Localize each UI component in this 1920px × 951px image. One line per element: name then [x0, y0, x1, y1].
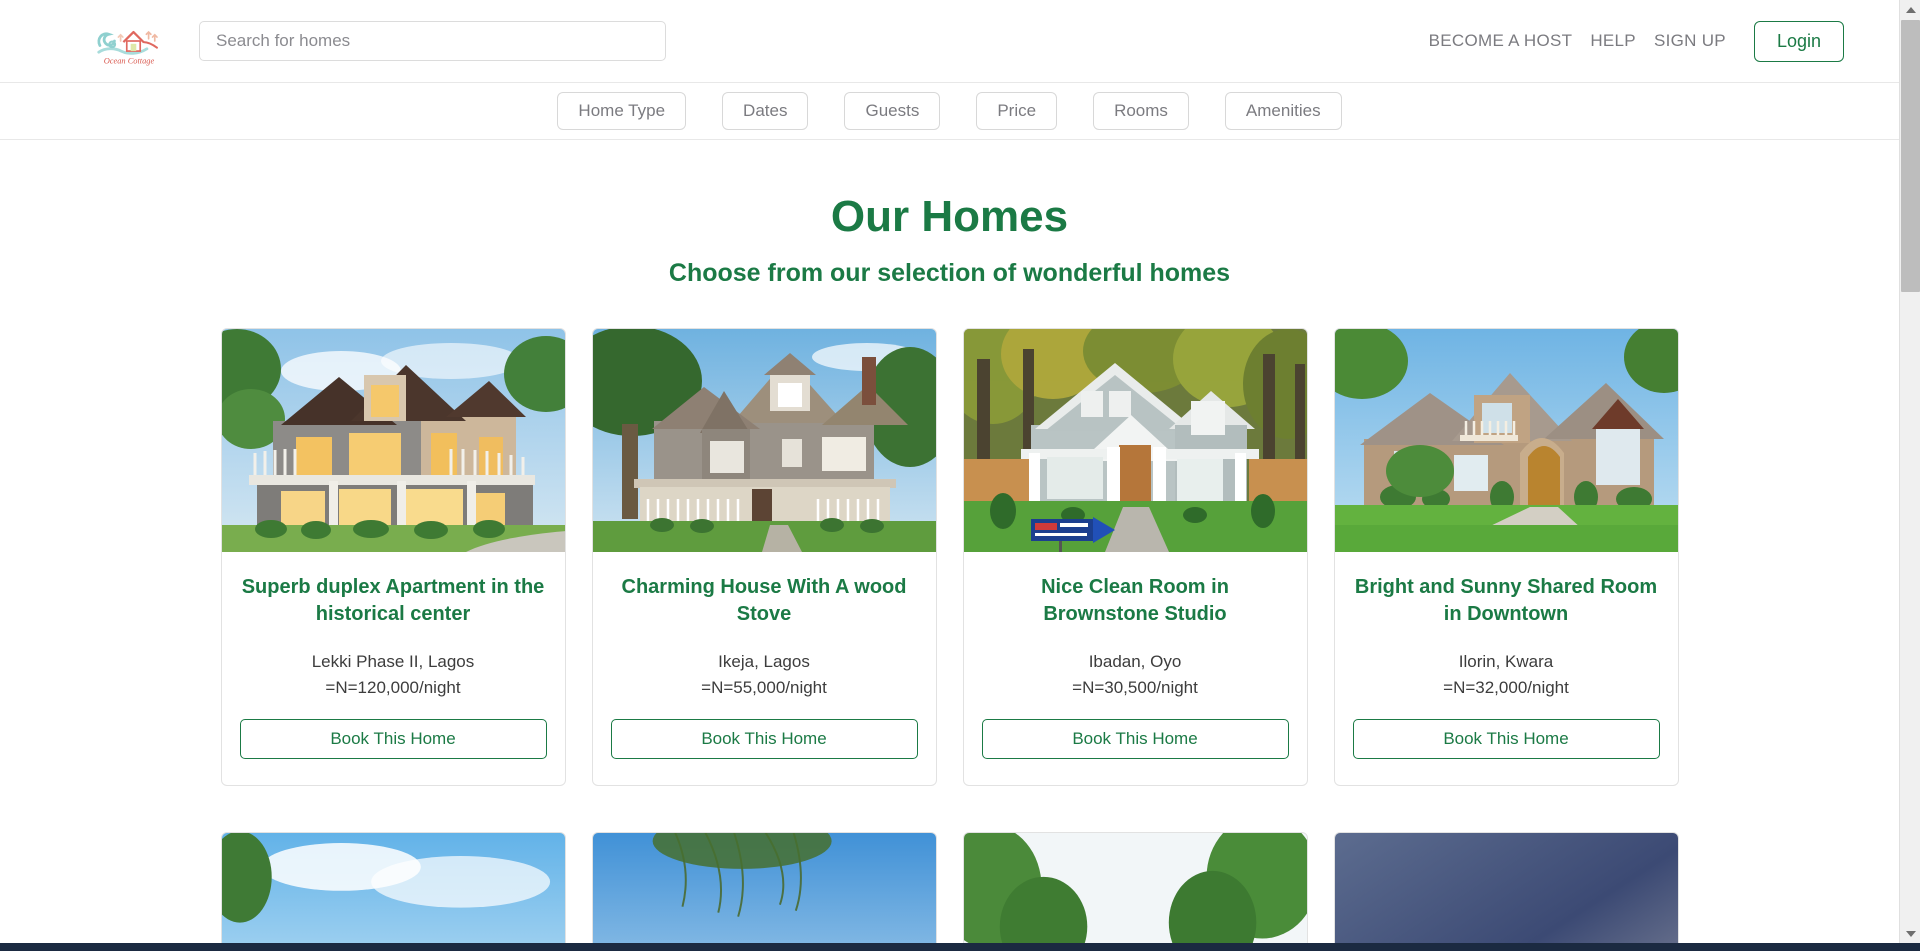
listing-image — [963, 832, 1307, 943]
scrollbar-thumb[interactable] — [1901, 20, 1920, 292]
listing-card[interactable]: Charming House With A wood Stove Ikeja, … — [591, 327, 937, 786]
vertical-scrollbar[interactable] — [1899, 0, 1920, 943]
book-this-home-button[interactable]: Book This Home — [610, 718, 918, 759]
ocean-cottage-logo[interactable]: Ocean Cottage — [95, 13, 163, 69]
listing-body: Charming House With A wood Stove Ikeja, … — [593, 552, 936, 785]
listing-title: Superb duplex Apartment in the historica… — [241, 575, 545, 625]
listings-grid: Superb duplex Apartment in the historica… — [220, 327, 1680, 786]
search-input[interactable] — [199, 21, 666, 61]
browser-viewport: Ocean Cottage BECOME A HOST HELP SIGN UP… — [0, 0, 1920, 951]
filter-bar: Home Type Dates Guests Price Rooms Ameni… — [0, 83, 1899, 140]
filter-guests[interactable]: Guests — [844, 92, 941, 130]
listing-image — [592, 832, 936, 943]
listing-location: Lekki Phase II, Lagos — [311, 651, 475, 671]
nav-sign-up[interactable]: SIGN UP — [1645, 31, 1735, 51]
listing-image — [592, 328, 936, 552]
listing-body: Nice Clean Room in Brownstone Studio Iba… — [964, 552, 1307, 785]
listing-location: Ilorin, Kwara — [1458, 651, 1554, 671]
filter-price[interactable]: Price — [976, 92, 1058, 130]
filter-home-type[interactable]: Home Type — [557, 92, 687, 130]
listing-body: Superb duplex Apartment in the historica… — [222, 552, 565, 785]
header-nav: BECOME A HOST HELP SIGN UP Login — [1420, 20, 1844, 62]
filter-rooms[interactable]: Rooms — [1093, 92, 1189, 130]
listing-price: =N=32,000/night — [1443, 677, 1569, 697]
listing-image — [1334, 328, 1678, 552]
listing-title: Charming House With A wood Stove — [621, 575, 907, 625]
nav-become-a-host[interactable]: BECOME A HOST — [1420, 31, 1582, 51]
listing-card[interactable]: Nice Clean Room in Brownstone Studio Iba… — [962, 327, 1308, 786]
listing-card[interactable] — [1333, 831, 1679, 943]
listing-image — [1334, 832, 1678, 943]
listing-title: Bright and Sunny Shared Room in Downtown — [1354, 575, 1658, 625]
listing-price: =N=120,000/night — [325, 677, 461, 697]
site-header: Ocean Cottage BECOME A HOST HELP SIGN UP… — [0, 0, 1899, 83]
page-subtitle: Choose from our selection of wonderful h… — [668, 258, 1231, 287]
filter-amenities[interactable]: Amenities — [1224, 92, 1342, 130]
scroll-up-arrow-icon[interactable] — [1900, 0, 1920, 19]
listing-title: Nice Clean Room in Brownstone Studio — [1041, 575, 1229, 625]
bottom-status-bar — [0, 943, 1920, 951]
listings-grid-row-two — [220, 831, 1680, 943]
listing-location: Ikeja, Lagos — [718, 651, 810, 671]
page-content: Ocean Cottage BECOME A HOST HELP SIGN UP… — [0, 0, 1899, 943]
page-title: Our Homes — [830, 192, 1069, 241]
main-content: Our Homes Choose from our selection of w… — [0, 140, 1899, 943]
listing-card[interactable]: Superb duplex Apartment in the historica… — [220, 327, 566, 786]
listing-card[interactable]: Bright and Sunny Shared Room in Downtown… — [1333, 327, 1679, 786]
scroll-down-arrow-icon[interactable] — [1900, 924, 1920, 943]
listing-price: =N=30,500/night — [1072, 677, 1198, 697]
listing-card[interactable] — [220, 831, 566, 943]
listing-price: =N=55,000/night — [701, 677, 827, 697]
listing-body: Bright and Sunny Shared Room in Downtown… — [1335, 552, 1678, 785]
listing-card[interactable] — [591, 831, 937, 943]
book-this-home-button[interactable]: Book This Home — [1352, 718, 1660, 759]
book-this-home-button[interactable]: Book This Home — [239, 718, 547, 759]
listing-image — [963, 328, 1307, 552]
listing-image — [221, 328, 565, 552]
filter-dates[interactable]: Dates — [722, 92, 809, 130]
listing-location: Ibadan, Oyo — [1088, 651, 1182, 671]
listing-card[interactable] — [962, 831, 1308, 943]
logo-wordmark: Ocean Cottage — [104, 56, 155, 65]
listing-image — [221, 832, 565, 943]
nav-help[interactable]: HELP — [1581, 31, 1645, 51]
login-button[interactable]: Login — [1753, 20, 1844, 62]
book-this-home-button[interactable]: Book This Home — [981, 718, 1289, 759]
